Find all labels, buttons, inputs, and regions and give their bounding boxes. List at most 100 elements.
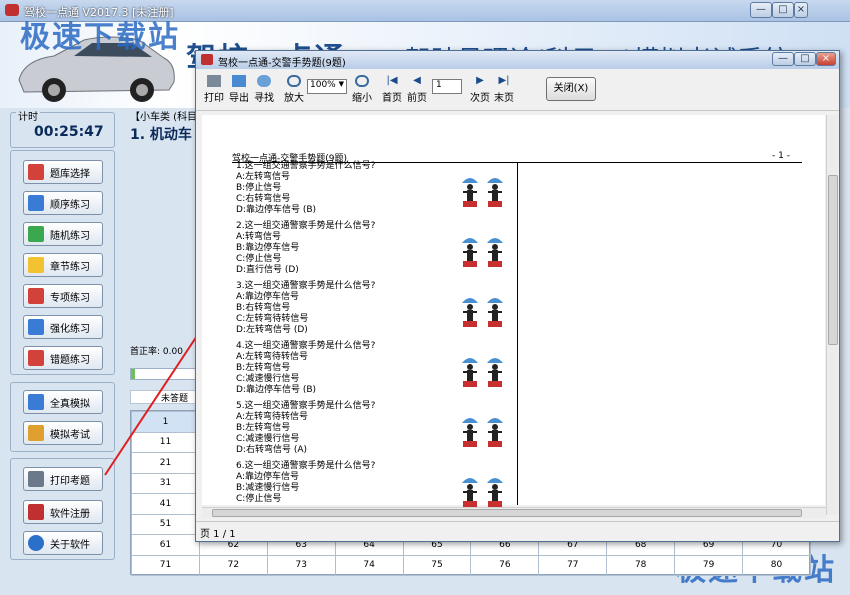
- close-button[interactable]: 关闭(X): [546, 77, 596, 101]
- answer-option: B:右转弯信号: [236, 303, 291, 313]
- question-stem: 2.这一组交通警察手势是什么信号?: [236, 221, 376, 231]
- traffic-police-image: [485, 355, 505, 392]
- wrong-questions-button[interactable]: 错题练习: [23, 346, 103, 370]
- dialog-maximize-button[interactable]: □: [794, 52, 816, 66]
- chapter-practice-button[interactable]: 章节练习: [23, 253, 103, 277]
- mock-exam-button[interactable]: 模拟考试: [23, 421, 103, 445]
- zoom-in-icon: [287, 75, 301, 87]
- question-cell[interactable]: 76: [470, 554, 540, 576]
- question-cell[interactable]: 80: [742, 554, 811, 576]
- button-label: 专项练习: [50, 292, 90, 304]
- traffic-police-image: [485, 235, 505, 272]
- question-cell[interactable]: 77: [538, 554, 608, 576]
- special-practice-button[interactable]: 专项练习: [23, 284, 103, 308]
- minimize-button[interactable]: —: [750, 2, 772, 18]
- dialog-close-icon[interactable]: ×: [816, 52, 836, 66]
- full-simulation-button[interactable]: 全真模拟: [23, 390, 103, 414]
- answer-option: C:停止信号: [236, 254, 282, 264]
- zoom-value: 100%: [310, 80, 336, 90]
- question-block: 2.这一组交通警察手势是什么信号? A:转弯信号 B:靠边停车信号 C:停止信号 D:直…: [236, 221, 375, 276]
- answer-option: D:直行信号 (D): [236, 265, 299, 275]
- find-label: 寻找: [254, 93, 274, 104]
- bank-select-button[interactable]: 题库选择: [23, 160, 103, 184]
- question-cell[interactable]: 51: [131, 513, 200, 535]
- page-status: 页 1 / 1: [200, 529, 236, 540]
- traffic-police-image: [460, 355, 480, 392]
- print-questions-button[interactable]: 打印考题: [23, 467, 103, 491]
- close-icon[interactable]: ×: [794, 2, 808, 18]
- cubes-icon: [28, 164, 44, 180]
- question-cell[interactable]: 41: [131, 493, 200, 515]
- last-page-label: 末页: [494, 93, 514, 104]
- find-button[interactable]: 寻找: [254, 75, 274, 104]
- flag-icon: [28, 350, 44, 366]
- answer-option: B:靠边停车信号: [236, 243, 300, 253]
- checklist-icon: [28, 288, 44, 304]
- question-cell[interactable]: 79: [674, 554, 744, 576]
- preview-area[interactable]: 驾校一点通-交警手势题(9题) - 1 - 1.这一组交通警察手势是什么信号? A…: [202, 115, 825, 507]
- page-number-input[interactable]: 1: [432, 79, 462, 94]
- question-stem: 1.这一组交通警察手势是什么信号?: [236, 161, 376, 171]
- question-cell[interactable]: 72: [198, 554, 268, 576]
- print-label: 打印: [204, 93, 224, 104]
- last-page-icon: ▶|: [498, 75, 510, 86]
- export-label: 导出: [229, 93, 249, 104]
- answer-option: C:右转弯信号: [236, 194, 291, 204]
- info-icon: [28, 535, 44, 551]
- button-label: 打印考题: [50, 475, 90, 487]
- horizontal-scrollbar[interactable]: [202, 507, 826, 518]
- register-button[interactable]: 软件注册: [23, 500, 103, 524]
- zoom-in-label: 放大: [284, 93, 304, 104]
- zoom-out-label: 缩小: [352, 93, 372, 104]
- question-block: 4.这一组交通警察手势是什么信号? A:左转弯待转信号 B:左转弯信号 C:减速慢行信…: [236, 341, 375, 396]
- next-page-label: 次页: [470, 93, 490, 104]
- question-stem: 4.这一组交通警察手势是什么信号?: [236, 341, 376, 351]
- maximize-button[interactable]: □: [772, 2, 794, 18]
- question-block: 5.这一组交通警察手势是什么信号? A:左转弯待转信号 B:左转弯信号 C:减速慢行信…: [236, 401, 375, 456]
- traffic-police-image: [460, 295, 480, 332]
- question-cell[interactable]: 73: [266, 554, 336, 576]
- about-button[interactable]: 关于软件: [23, 531, 103, 555]
- grid-calendar-icon: [28, 425, 44, 441]
- answer-option: A:左转弯待转信号: [236, 412, 309, 422]
- horizontal-scroll-thumb[interactable]: [212, 509, 802, 517]
- question-cell[interactable]: 74: [334, 554, 404, 576]
- dialog-title: 驾校一点通-交警手势题(9题): [218, 58, 346, 69]
- folder-icon: [28, 257, 44, 273]
- zoom-in-button[interactable]: 放大: [284, 75, 304, 104]
- prev-page-button[interactable]: ◀ 前页: [407, 75, 427, 104]
- traffic-police-image: [460, 175, 480, 212]
- button-label: 错题练习: [50, 354, 90, 366]
- vertical-scroll-thumb[interactable]: [828, 175, 838, 345]
- question-cell[interactable]: 71: [131, 554, 200, 576]
- vertical-scrollbar[interactable]: [826, 115, 838, 515]
- traffic-police-image: [460, 415, 480, 452]
- answer-option: B:左转弯信号: [236, 423, 291, 433]
- sequential-practice-button[interactable]: 顺序练习: [23, 191, 103, 215]
- question-cell[interactable]: 78: [606, 554, 676, 576]
- dialog-title-bar: 驾校一点通-交警手势题(9题) — □ ×: [196, 51, 839, 69]
- key-icon: [28, 504, 44, 520]
- random-practice-button[interactable]: 随机练习: [23, 222, 103, 246]
- intensive-practice-button[interactable]: 强化练习: [23, 315, 103, 339]
- question-cell[interactable]: 61: [131, 534, 200, 556]
- answer-option: A:转弯信号: [236, 232, 282, 242]
- pencil-list-icon: [28, 195, 44, 211]
- zoom-select[interactable]: 100% ▼: [307, 79, 347, 94]
- last-page-button[interactable]: ▶| 末页: [494, 75, 514, 104]
- next-page-button[interactable]: ▶ 次页: [470, 75, 490, 104]
- answer-option: D:右转弯信号 (A): [236, 445, 308, 455]
- zoom-out-button[interactable]: 缩小: [352, 75, 372, 104]
- question-cell[interactable]: 75: [402, 554, 472, 576]
- printer-icon: [28, 471, 44, 487]
- button-label: 顺序练习: [50, 199, 90, 211]
- dialog-minimize-button[interactable]: —: [772, 52, 794, 66]
- next-page-icon: ▶: [476, 75, 484, 86]
- first-page-button[interactable]: |◀ 首页: [382, 75, 402, 104]
- button-label: 随机练习: [50, 230, 90, 242]
- zoom-out-icon: [355, 75, 369, 87]
- question-stem: 6.这一组交通警察手势是什么信号?: [236, 461, 376, 471]
- export-button[interactable]: 导出: [229, 75, 249, 104]
- print-button[interactable]: 打印: [204, 75, 224, 104]
- dialog-toolbar: 打印 导出 寻找 放大 100% ▼ 缩小 |◀ 首页 ◀ 前页 1 ▶ 次页 ▶| 末页…: [196, 71, 839, 111]
